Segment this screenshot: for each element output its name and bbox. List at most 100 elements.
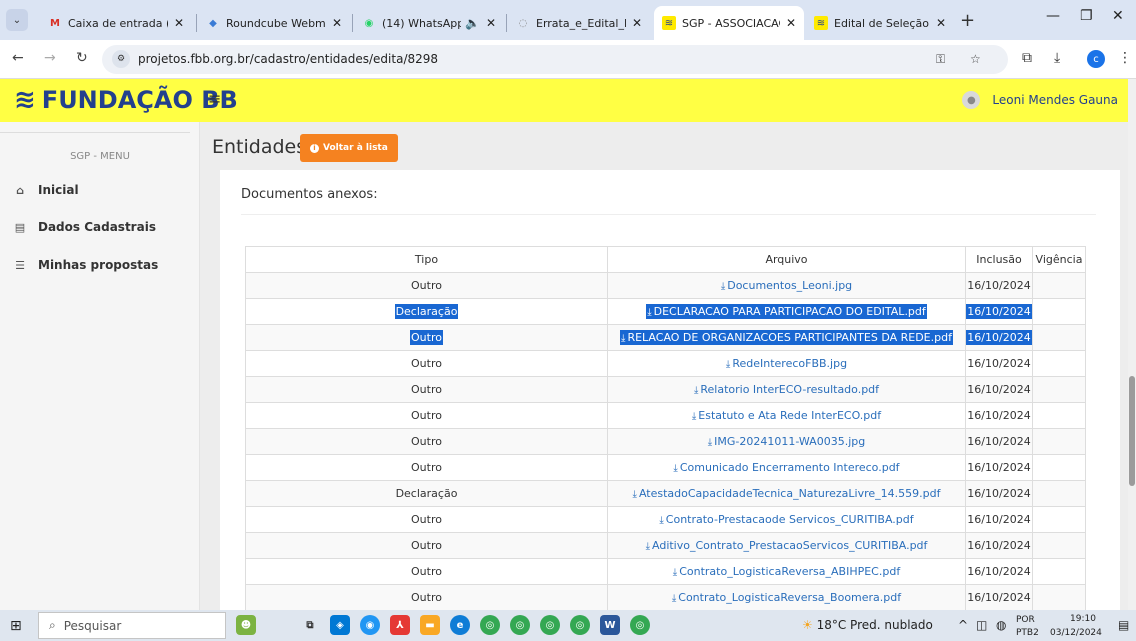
task-view-icon[interactable]: ⧉ (300, 615, 320, 635)
file-name[interactable]: Aditivo_Contrato_PrestacaoServicos_CURIT… (652, 539, 927, 552)
close-icon[interactable]: ✕ (786, 16, 796, 30)
forward-icon[interactable]: → (44, 50, 56, 66)
network-icon[interactable]: ◫ (976, 618, 987, 632)
chrome-icon[interactable]: ◎ (510, 615, 530, 635)
restore-icon[interactable]: ❐ (1080, 8, 1093, 24)
file-name[interactable]: Relatorio InterECO-resultado.pdf (700, 383, 879, 396)
file-name[interactable]: Comunicado Encerramento Intereco.pdf (680, 461, 900, 474)
file-link[interactable]: ⤓ RedeInterecoFBB.jpg (726, 357, 847, 370)
fundacao-bb-logo[interactable]: ≋ FUNDAÇÃO BB (14, 85, 238, 115)
more-menu-icon[interactable]: ⋮ (1118, 50, 1132, 66)
close-icon[interactable]: ✕ (174, 16, 184, 30)
file-link[interactable]: ⤓ AtestadoCapacidadeTecnica_NaturezaLivre… (633, 487, 941, 500)
reload-icon[interactable]: ↻ (76, 50, 88, 66)
user-name: Leoni Mendes Gauna (992, 93, 1118, 107)
site-info-icon[interactable]: ⚙ (112, 50, 130, 68)
tab-errata[interactable]: ◌ Errata_e_Edital_Retific ✕ (508, 6, 650, 40)
user-menu[interactable]: ● Leoni Mendes Gauna (962, 91, 1118, 109)
back-to-list-button[interactable]: i Voltar à lista (300, 134, 398, 162)
address-bar[interactable]: ⚙ projetos.fbb.org.br/cadastro/entidades… (102, 45, 1008, 74)
back-icon[interactable]: ← (12, 50, 24, 66)
tab-sgp[interactable]: ≋ SGP - ASSOCIACAO D ✕ (654, 6, 804, 40)
keyboard-layout[interactable]: PTB2 (1016, 628, 1039, 638)
file-name[interactable]: IMG-20241011-WA0035.jpg (714, 435, 865, 448)
taskbar-search[interactable]: ⌕ Pesquisar (38, 612, 226, 639)
file-name[interactable]: RELACAO DE ORGANIZACOES PARTICIPANTES DA… (627, 331, 952, 344)
tipo-text: Outro (411, 279, 442, 292)
file-link[interactable]: ⤓ Estatuto e Ata Rede InterECO.pdf (692, 409, 881, 422)
tab-edital[interactable]: ≋ Edital de Seleção Púb ✕ (806, 6, 954, 40)
tab-whatsapp[interactable]: ◉ (14) WhatsApp 🔈 ✕ (354, 6, 504, 40)
edge-icon[interactable]: e (450, 615, 470, 635)
tab-search-button[interactable]: ⌄ (6, 9, 28, 31)
file-name[interactable]: Contrato_LogisticaReversa_Boomera.pdf (678, 591, 901, 604)
widgets-icon[interactable]: ☻ (236, 615, 256, 635)
tab-roundcube[interactable]: ◆ Roundcube Webmail ✕ (198, 6, 350, 40)
tray-chevron-icon[interactable]: ^ (958, 618, 968, 632)
inclusao-date: 16/10/2024 (967, 487, 1031, 500)
download-icon[interactable]: ⤓ (1054, 50, 1060, 66)
browser-toolbar: ← → ↻ ⚙ projetos.fbb.org.br/cadastro/ent… (0, 40, 1136, 79)
download-icon: ⤓ (707, 437, 713, 448)
close-icon[interactable]: ✕ (332, 16, 342, 30)
file-explorer-icon[interactable]: ▬ (420, 615, 440, 635)
url-text[interactable]: projetos.fbb.org.br/cadastro/entidades/e… (138, 52, 438, 66)
close-window-icon[interactable]: ✕ (1112, 8, 1124, 24)
file-name[interactable]: Contrato_LogisticaReversa_ABIHPEC.pdf (679, 565, 900, 578)
chrome-icon[interactable]: ◎ (630, 615, 650, 635)
file-link[interactable]: ⤓ Aditivo_Contrato_PrestacaoServicos_CURI… (646, 539, 928, 552)
clock-time[interactable]: 19:10 (1070, 614, 1096, 624)
file-name[interactable]: Documentos_Leoni.jpg (727, 279, 852, 292)
column-header-vigencia[interactable]: Vigência (1032, 246, 1086, 273)
clock-date[interactable]: 03/12/2024 (1050, 628, 1102, 638)
file-link[interactable]: ⤓ Contrato-Prestacaode Servicos_CURITIBA.… (659, 513, 913, 526)
close-icon[interactable]: ✕ (486, 16, 496, 30)
new-tab-button[interactable]: + (960, 10, 975, 31)
file-name[interactable]: Contrato-Prestacaode Servicos_CURITIBA.p… (666, 513, 914, 526)
chrome-icon[interactable]: ◎ (570, 615, 590, 635)
hamburger-menu-icon[interactable]: ≡ (208, 89, 221, 108)
language-indicator[interactable]: POR (1016, 615, 1035, 625)
sidebar-item-minhas-propostas[interactable]: ☰ Minhas propostas (14, 258, 158, 272)
file-link[interactable]: ⤓ Relatorio InterECO-resultado.pdf (694, 383, 879, 396)
weather-widget[interactable]: ☀ 18°C Pred. nublado (802, 618, 933, 632)
file-link[interactable]: ⤓ Contrato_LogisticaReversa_Boomera.pdf (672, 591, 901, 604)
page-scrollbar[interactable] (1128, 79, 1136, 610)
browser-app-icon[interactable]: ◉ (360, 615, 380, 635)
word-icon[interactable]: W (600, 615, 620, 635)
pdf-reader-icon[interactable]: ⅄ (390, 615, 410, 635)
volume-icon[interactable]: ◍ (996, 618, 1006, 632)
column-header-arquivo[interactable]: Arquivo (607, 246, 966, 273)
file-name[interactable]: Estatuto e Ata Rede InterECO.pdf (698, 409, 881, 422)
windows-start-icon[interactable]: ⊞ (10, 618, 22, 634)
file-link[interactable]: ⤓ DECLARACAO PARA PARTICIPACAO DO EDITAL.… (646, 304, 927, 319)
sidebar-item-inicial[interactable]: ⌂ Inicial (14, 183, 79, 197)
key-icon[interactable]: ⚿ (936, 52, 945, 67)
extensions-icon[interactable]: ⧉ (1022, 50, 1032, 66)
file-link[interactable]: ⤓ IMG-20241011-WA0035.jpg (708, 435, 865, 448)
tab-gmail[interactable]: M Caixa de entrada (15) ✕ (40, 6, 192, 40)
scrollbar-thumb[interactable] (1129, 376, 1135, 486)
file-link[interactable]: ⤓ Documentos_Leoni.jpg (721, 279, 852, 292)
notifications-icon[interactable]: ▤ (1118, 618, 1129, 632)
file-link[interactable]: ⤓ Contrato_LogisticaReversa_ABIHPEC.pdf (673, 565, 900, 578)
cell-vigencia (1032, 558, 1086, 585)
profile-avatar[interactable]: c (1087, 50, 1105, 68)
file-link[interactable]: ⤓ Comunicado Encerramento Intereco.pdf (673, 461, 899, 474)
star-icon[interactable]: ☆ (970, 52, 981, 66)
file-name[interactable]: RedeInterecoFBB.jpg (732, 357, 847, 370)
close-icon[interactable]: ✕ (936, 16, 946, 30)
minimize-icon[interactable]: — (1046, 8, 1060, 24)
chrome-icon[interactable]: ◎ (540, 615, 560, 635)
column-header-tipo[interactable]: Tipo (245, 246, 608, 273)
chrome-icon[interactable]: ◎ (480, 615, 500, 635)
column-header-inclusao[interactable]: Inclusão (965, 246, 1033, 273)
file-link[interactable]: ⤓ RELACAO DE ORGANIZACOES PARTICIPANTES D… (620, 330, 953, 345)
close-icon[interactable]: ✕ (632, 16, 642, 30)
cell-arquivo: ⤓ AtestadoCapacidadeTecnica_NaturezaLivre… (607, 480, 966, 507)
file-name[interactable]: DECLARACAO PARA PARTICIPACAO DO EDITAL.p… (654, 305, 926, 318)
cell-arquivo: ⤓ DECLARACAO PARA PARTICIPACAO DO EDITAL.… (607, 298, 966, 325)
sidebar-item-dados-cadastrais[interactable]: ▤ Dados Cadastrais (14, 220, 156, 234)
file-name[interactable]: AtestadoCapacidadeTecnica_NaturezaLivre_… (639, 487, 941, 500)
copilot-icon[interactable]: ◈ (330, 615, 350, 635)
